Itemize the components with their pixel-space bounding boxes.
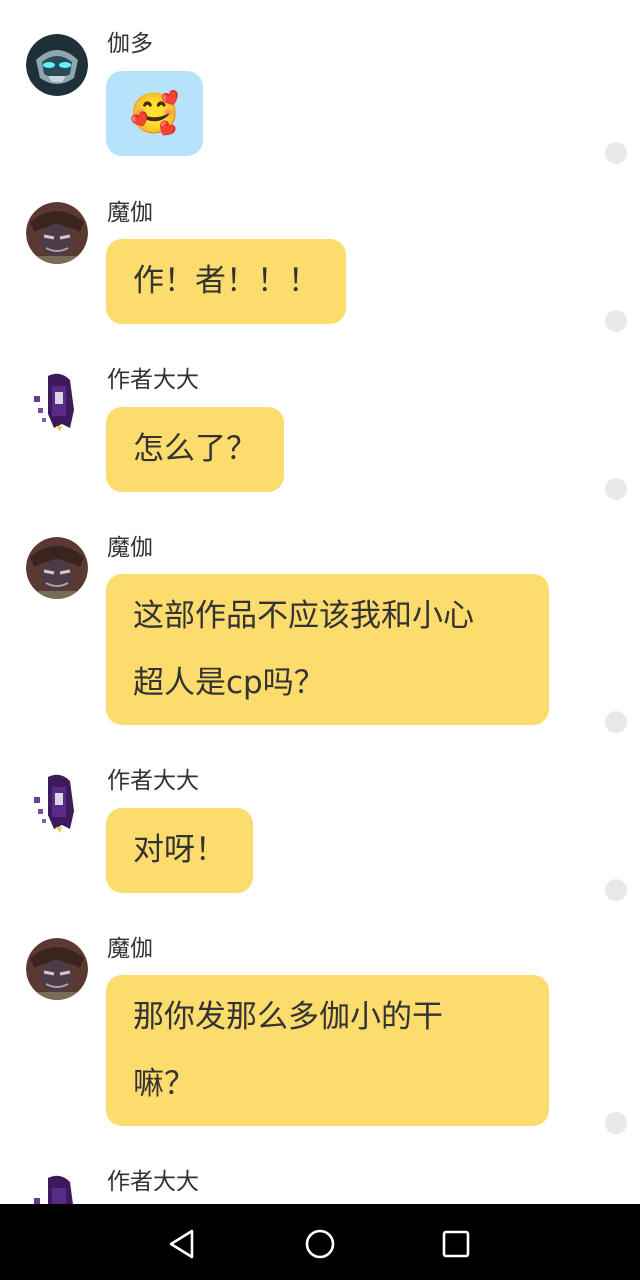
message-text: 嘛？ — [133, 1066, 195, 1102]
message-bubble[interactable]: 🥰 — [106, 71, 203, 156]
avatar-mojia[interactable] — [26, 202, 88, 264]
back-triangle-icon[interactable] — [164, 1226, 200, 1262]
status-dot — [605, 711, 627, 733]
dark-character-avatar-icon — [26, 938, 88, 1000]
avatar-author[interactable] — [26, 1172, 88, 1204]
purple-girl-avatar-icon — [34, 1175, 73, 1204]
message-text: 这部作品不应该我和小心 — [133, 598, 474, 634]
sender-name: 作者大大 — [107, 768, 199, 794]
status-dot — [605, 879, 627, 901]
system-nav-bar — [0, 1204, 640, 1280]
status-dot — [605, 478, 627, 500]
avatar-mojia[interactable] — [26, 938, 88, 1000]
message-bubble[interactable]: 作！者！！！ — [106, 239, 346, 324]
message-text: 超人是cp吗？ — [133, 665, 325, 701]
avatar-robot[interactable] — [26, 34, 88, 96]
home-circle-icon[interactable] — [302, 1226, 338, 1262]
avatar-author[interactable] — [26, 370, 88, 432]
message-text: 怎么了？ — [133, 431, 257, 467]
status-dot — [605, 142, 627, 164]
status-dot — [605, 1112, 627, 1134]
dark-character-avatar-icon — [26, 202, 88, 264]
message-bubble[interactable]: 怎么了？ — [106, 407, 284, 492]
purple-girl-avatar-icon — [34, 774, 74, 833]
avatar-author[interactable] — [26, 771, 88, 833]
message-bubble[interactable]: 那你发那么多伽小的干 嘛？ — [106, 975, 549, 1126]
message-text: 对呀！ — [133, 832, 226, 868]
sender-name: 魔伽 — [107, 535, 153, 561]
sender-name: 魔伽 — [107, 200, 153, 226]
message-text: 作！者！！！ — [133, 263, 319, 299]
chat-area[interactable]: 伽多 🥰 魔伽 作！者！！！ 作者大大 怎么了？ 魔伽 这部作品不应该我和小心 … — [0, 0, 640, 1204]
recents-square-icon[interactable] — [438, 1226, 474, 1262]
sender-name: 作者大大 — [107, 1169, 199, 1195]
emoji-smiling-hearts-icon: 🥰 — [129, 90, 180, 137]
purple-girl-avatar-icon — [34, 373, 74, 432]
sender-name: 魔伽 — [107, 936, 153, 962]
message-bubble[interactable]: 对呀！ — [106, 808, 253, 893]
avatar-mojia[interactable] — [26, 537, 88, 599]
sender-name: 伽多 — [107, 31, 153, 57]
status-dot — [605, 310, 627, 332]
message-text: 那你发那么多伽小的干 — [133, 999, 443, 1035]
message-bubble[interactable]: 这部作品不应该我和小心 超人是cp吗？ — [106, 574, 549, 725]
sender-name: 作者大大 — [107, 367, 199, 393]
robot-avatar-icon — [26, 34, 88, 96]
dark-character-avatar-icon — [26, 537, 88, 599]
